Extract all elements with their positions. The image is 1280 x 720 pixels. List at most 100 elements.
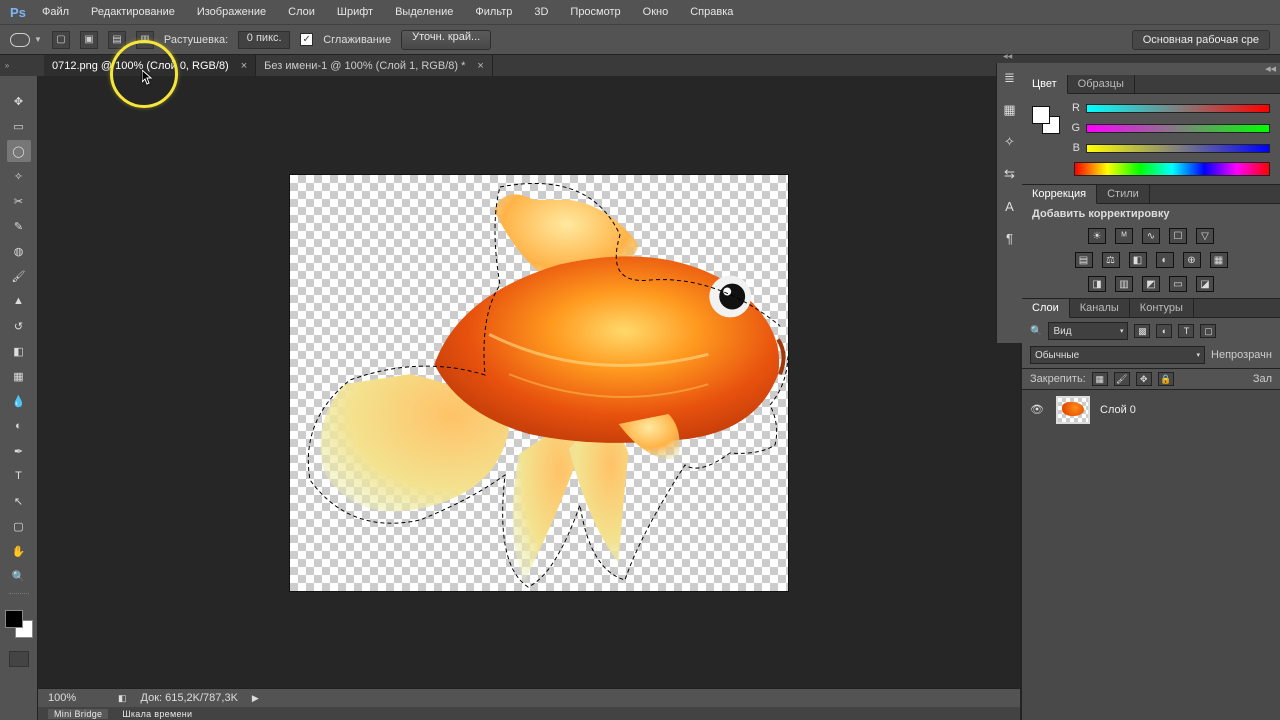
menu-edit[interactable]: Редактирование — [81, 3, 185, 21]
menu-view[interactable]: Просмотр — [560, 3, 630, 21]
color-swatches[interactable] — [5, 610, 33, 638]
g-slider[interactable] — [1086, 124, 1270, 133]
brightness-contrast-icon[interactable]: ☀ — [1088, 228, 1106, 244]
filter-type-icon[interactable]: T — [1178, 324, 1194, 338]
b-slider[interactable] — [1086, 144, 1270, 153]
hue-strip[interactable] — [1074, 162, 1270, 176]
lasso-tool-icon[interactable]: ◯ — [7, 140, 31, 162]
magic-wand-tool-icon[interactable]: ✧ — [7, 165, 31, 187]
foreground-color-swatch[interactable] — [5, 610, 23, 628]
selection-new-icon[interactable]: ▢ — [52, 31, 70, 49]
collapse-panels-icon[interactable]: ◀◀ — [1265, 65, 1276, 73]
selection-intersect-icon[interactable]: ▥ — [136, 31, 154, 49]
bw-icon[interactable]: ◧ — [1129, 252, 1147, 268]
menu-file[interactable]: Файл — [32, 3, 79, 21]
menu-image[interactable]: Изображение — [187, 3, 276, 21]
zoom-stepper-icon[interactable]: ◧ — [118, 693, 127, 704]
blur-tool-icon[interactable]: 💧 — [7, 390, 31, 412]
filter-pixel-icon[interactable]: ▩ — [1134, 324, 1150, 338]
document-tab-1[interactable]: Без имени-1 @ 100% (Слой 1, RGB/8) * × — [256, 55, 493, 76]
channel-mixer-icon[interactable]: ⊕ — [1183, 252, 1201, 268]
properties-panel-icon[interactable]: ✧ — [1001, 133, 1019, 151]
document-canvas[interactable] — [289, 174, 789, 592]
lock-position-icon[interactable]: ✥ — [1136, 372, 1152, 386]
visibility-toggle-icon[interactable]: 👁 — [1030, 403, 1046, 417]
curves-icon[interactable]: ∿ — [1142, 228, 1160, 244]
menu-select[interactable]: Выделение — [385, 3, 463, 21]
close-icon[interactable]: × — [241, 60, 247, 72]
lock-pixels-icon[interactable]: 🖌 — [1114, 372, 1130, 386]
character-panel-icon[interactable]: A — [1001, 197, 1019, 215]
tab-paths[interactable]: Контуры — [1130, 299, 1194, 317]
levels-icon[interactable]: ᴹ — [1115, 228, 1133, 244]
tab-layers[interactable]: Слои — [1022, 299, 1070, 318]
rectangle-tool-icon[interactable]: ▢ — [7, 515, 31, 537]
menu-help[interactable]: Справка — [680, 3, 743, 21]
actions-panel-icon[interactable]: ▦ — [1001, 101, 1019, 119]
vibrance-icon[interactable]: ▽ — [1196, 228, 1214, 244]
blend-mode-select[interactable]: Обычные▾ — [1030, 346, 1205, 364]
gradient-map-icon[interactable]: ▭ — [1169, 276, 1187, 292]
tabs-expand-arrow-icon[interactable]: » — [0, 54, 14, 76]
tab-timeline[interactable]: Шкала времени — [122, 709, 192, 719]
history-brush-tool-icon[interactable]: ↺ — [7, 315, 31, 337]
posterize-icon[interactable]: ▥ — [1115, 276, 1133, 292]
crop-tool-icon[interactable]: ✂ — [7, 190, 31, 212]
menu-type[interactable]: Шрифт — [327, 3, 383, 21]
layer-thumbnail[interactable] — [1056, 396, 1090, 424]
eraser-tool-icon[interactable]: ◧ — [7, 340, 31, 362]
pen-tool-icon[interactable]: ✒ — [7, 440, 31, 462]
clone-stamp-tool-icon[interactable]: ▲ — [7, 290, 31, 312]
hand-tool-icon[interactable]: ✋ — [7, 540, 31, 562]
tab-adjustments[interactable]: Коррекция — [1022, 185, 1097, 204]
color-balance-icon[interactable]: ⚖ — [1102, 252, 1120, 268]
layer-name[interactable]: Слой 0 — [1100, 404, 1136, 416]
color-fgbg-swatch[interactable] — [1032, 106, 1060, 134]
brush-tool-icon[interactable]: 🖌 — [7, 265, 31, 287]
zoom-value[interactable]: 100% — [48, 692, 104, 704]
filter-adjust-icon[interactable]: ◐ — [1156, 324, 1172, 338]
type-tool-icon[interactable]: T — [7, 465, 31, 487]
antialias-checkbox[interactable]: ✓ — [300, 33, 313, 46]
layer-row[interactable]: 👁 Слой 0 — [1022, 390, 1280, 430]
invert-icon[interactable]: ◨ — [1088, 276, 1106, 292]
photo-filter-icon[interactable]: ◐ — [1156, 252, 1174, 268]
hue-sat-icon[interactable]: ▤ — [1075, 252, 1093, 268]
lock-all-icon[interactable]: 🔒 — [1158, 372, 1174, 386]
tab-channels[interactable]: Каналы — [1070, 299, 1130, 317]
brushes-panel-icon[interactable]: ⇆ — [1001, 165, 1019, 183]
quickmask-toggle-icon[interactable] — [9, 651, 29, 667]
threshold-icon[interactable]: ◩ — [1142, 276, 1160, 292]
workspace-switcher[interactable]: Основная рабочая сре — [1132, 30, 1270, 50]
menu-layers[interactable]: Слои — [278, 3, 325, 21]
rectangular-marquee-tool-icon[interactable]: ▭ — [7, 115, 31, 137]
tab-color[interactable]: Цвет — [1022, 75, 1068, 94]
filter-kind-select[interactable]: Вид▾ — [1048, 322, 1128, 340]
selection-add-icon[interactable]: ▣ — [80, 31, 98, 49]
history-panel-icon[interactable]: ≣ — [1001, 69, 1019, 87]
menu-3d[interactable]: 3D — [524, 3, 558, 21]
selection-subtract-icon[interactable]: ▤ — [108, 31, 126, 49]
r-slider[interactable] — [1086, 104, 1270, 113]
path-selection-tool-icon[interactable]: ↖ — [7, 490, 31, 512]
move-tool-icon[interactable]: ✥ — [7, 90, 31, 112]
dodge-tool-icon[interactable]: ◐ — [7, 415, 31, 437]
tab-swatches[interactable]: Образцы — [1068, 75, 1135, 93]
selective-color-icon[interactable]: ◪ — [1196, 276, 1214, 292]
tab-mini-bridge[interactable]: Mini Bridge — [48, 709, 108, 719]
zoom-tool-icon[interactable]: 🔍 — [7, 565, 31, 587]
refine-edge-button[interactable]: Уточн. край... — [401, 30, 491, 50]
paragraph-panel-icon[interactable]: ¶ — [1001, 229, 1019, 247]
menu-filter[interactable]: Фильтр — [465, 3, 522, 21]
feather-input[interactable]: 0 пикс. — [238, 31, 290, 49]
status-arrow-icon[interactable]: ▶ — [252, 693, 259, 704]
exposure-icon[interactable]: ☐ — [1169, 228, 1187, 244]
lock-transparency-icon[interactable]: ▦ — [1092, 372, 1108, 386]
healing-brush-tool-icon[interactable]: ◍ — [7, 240, 31, 262]
filter-icon[interactable]: 🔍 — [1030, 326, 1042, 337]
filter-shape-icon[interactable]: ▢ — [1200, 324, 1216, 338]
gradient-tool-icon[interactable]: ▦ — [7, 365, 31, 387]
color-lookup-icon[interactable]: ▦ — [1210, 252, 1228, 268]
close-icon[interactable]: × — [477, 60, 483, 72]
tool-preset-picker[interactable]: ▼ — [10, 33, 42, 47]
